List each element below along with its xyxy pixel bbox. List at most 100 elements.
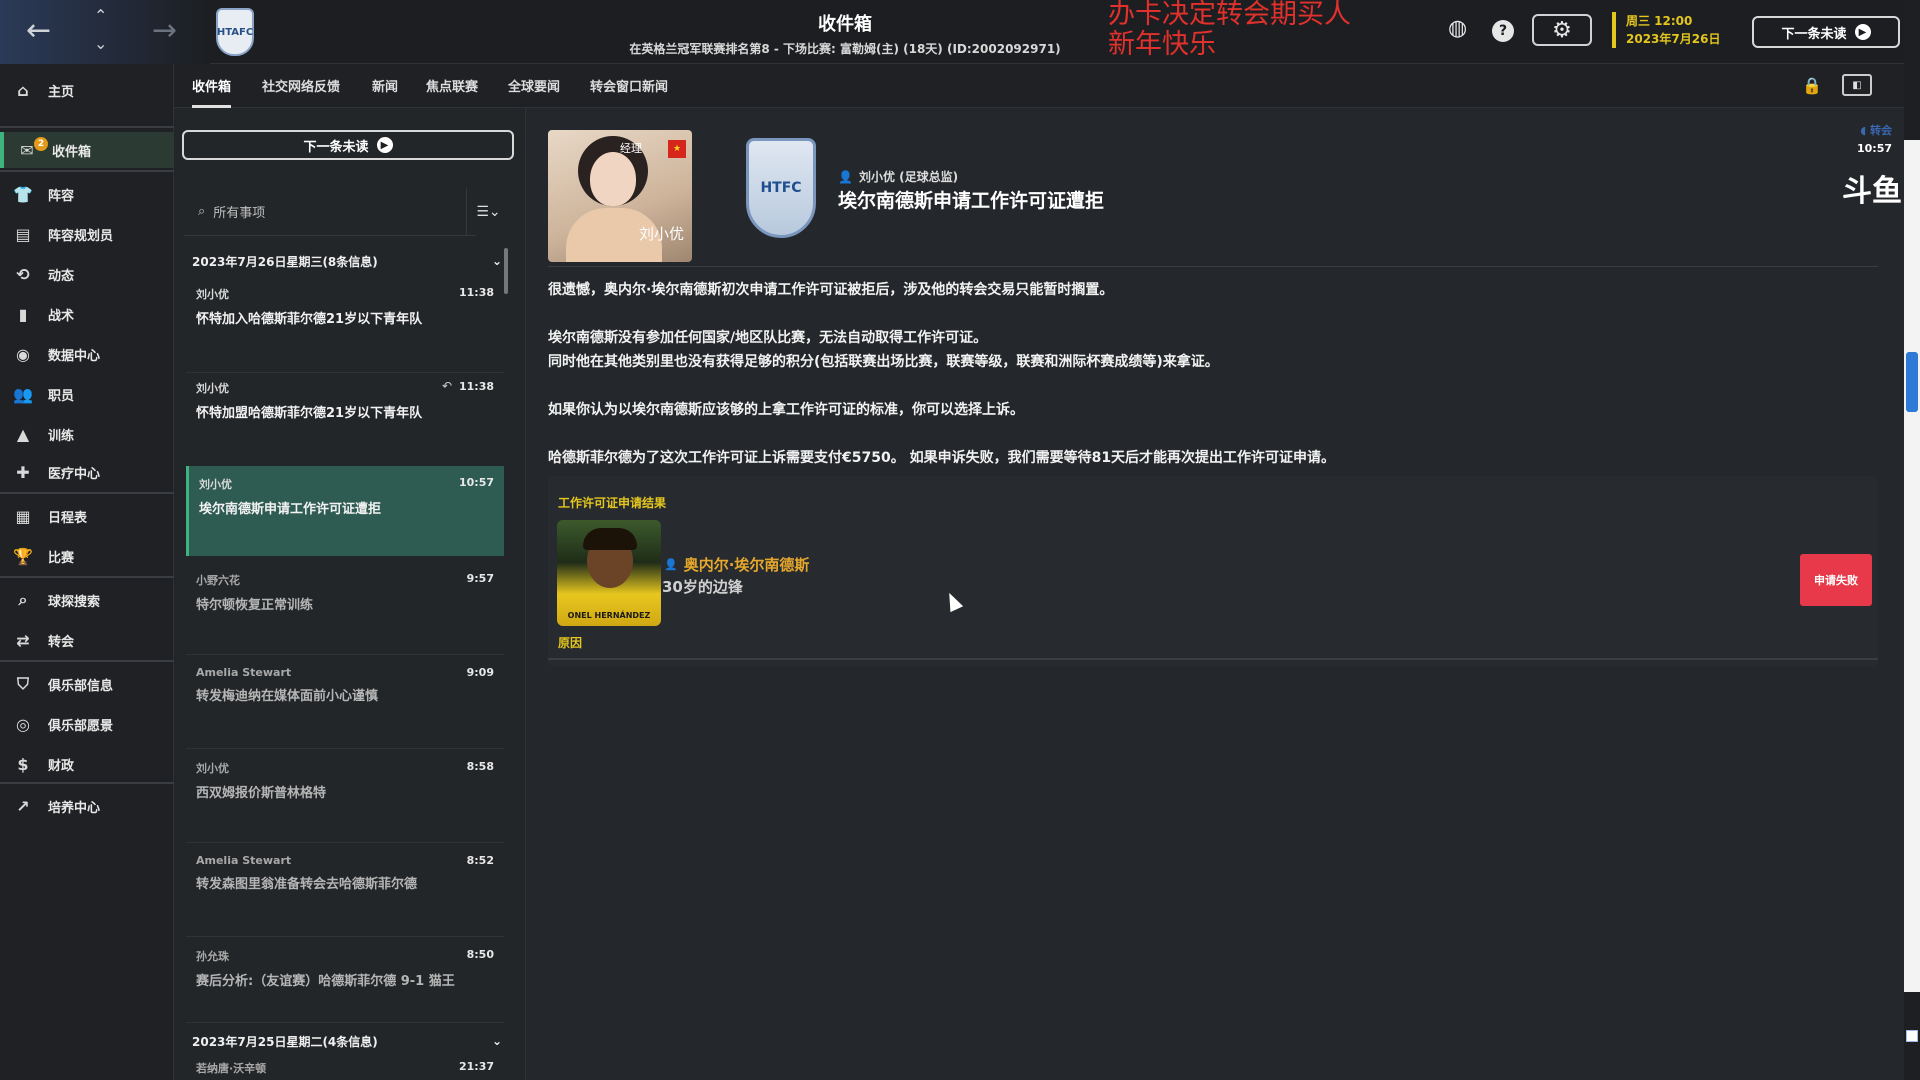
list-item[interactable]: 若纳唐·沃辛顿 21:37 xyxy=(186,1056,504,1080)
sidebar-divider xyxy=(0,576,174,578)
back-arrow-icon[interactable]: ← xyxy=(26,16,51,46)
reason-label[interactable]: 原因 xyxy=(558,634,582,651)
body-paragraph: 很遗憾，奥内尔·埃尔南德斯初次申请工作许可证被拒后，涉及他的转会交易只能暂时搁置… xyxy=(548,282,1114,298)
staff-icon: 👥 xyxy=(13,384,33,404)
sidebar-item-label: 动态 xyxy=(48,268,75,284)
list-separator xyxy=(186,936,504,937)
sidebar-item-scouting[interactable]: ⌕ 球探搜索 xyxy=(0,582,174,618)
help-icon[interactable]: ? xyxy=(1492,20,1514,42)
sidebar-item-squad-planner[interactable]: ▤ 阵容规划员 xyxy=(0,216,174,252)
sidebar-item-home[interactable]: ⌂ 主页 xyxy=(0,72,174,108)
list-item[interactable]: 刘小优 8:58 西双姆报价斯普林格特 xyxy=(186,750,504,836)
message-sender: 刘小优 xyxy=(196,762,229,775)
player-photo[interactable]: ONEL HERNÁNDEZ xyxy=(557,520,661,626)
sidebar-divider xyxy=(0,782,174,784)
sidebar-item-finances[interactable]: $ 财政 xyxy=(0,746,174,782)
sidebar-item-dynamics[interactable]: ⟲ 动态 xyxy=(0,256,174,292)
list-item[interactable]: Amelia Stewart 8:52 转发森图里翁准备转会去哈德斯菲尔德 xyxy=(186,844,504,930)
down-arrow-icon[interactable]: ⌄ xyxy=(94,36,107,52)
from-label: 刘小优 (足球总监) xyxy=(858,170,959,184)
date-group-header[interactable]: 2023年7月26日星期三(8条信息) ⌄ xyxy=(184,246,510,276)
list-item[interactable]: 小野六花 9:57 特尔顿恢复正常训练 xyxy=(186,562,504,648)
photo-face xyxy=(590,152,636,206)
nav-arrows-area: ← ⌃ ⌄ → xyxy=(0,0,210,64)
sidebar-item-club-info[interactable]: ⛉ 俱乐部信息 xyxy=(0,666,174,702)
filter-menu-button[interactable]: ☰⌄ xyxy=(466,188,510,236)
lock-icon[interactable]: 🔒 xyxy=(1802,76,1822,95)
forward-arrow-icon[interactable]: → xyxy=(152,16,177,46)
sidebar-item-club-vision[interactable]: ◎ 俱乐部愿景 xyxy=(0,706,174,742)
list-item[interactable]: 孙允珠 8:50 赛后分析:（友谊赛）哈德斯菲尔德 9-1 猫王 xyxy=(186,938,504,1024)
message-subject: 转发梅迪纳在媒体面前小心谨慎 xyxy=(196,689,379,704)
player-name-link[interactable]: 👤 奥内尔·埃尔南德斯 xyxy=(664,554,809,575)
list-item[interactable]: 刘小优 11:38 怀特加入哈德斯菲尔德21岁以下青年队 xyxy=(186,276,504,362)
tactics-icon: ▮ xyxy=(18,304,28,324)
list-item-selected[interactable]: 刘小优 10:57 埃尔南德斯申请工作许可证遭拒 xyxy=(186,466,504,556)
globe-icon[interactable]: ◍ xyxy=(1448,16,1467,41)
sidebar-item-schedule[interactable]: ▦ 日程表 xyxy=(0,498,174,534)
china-flag-icon: ★ xyxy=(668,140,686,158)
message-subject: 赛后分析:（友谊赛）哈德斯菲尔德 9-1 猫王 xyxy=(196,974,455,989)
sidebar-divider xyxy=(0,126,174,128)
settings-button[interactable]: ⚙ xyxy=(1532,14,1592,46)
sidebar-item-label: 职员 xyxy=(48,388,75,404)
list-item[interactable]: 刘小优 ↶ 11:38 怀特加盟哈德斯菲尔德21岁以下青年队 xyxy=(186,370,504,456)
arrow-right-icon: ▶ xyxy=(376,137,393,153)
search-placeholder: 所有事项 xyxy=(213,206,266,221)
tab-transfer-window-news[interactable]: 转会窗口新闻 xyxy=(590,76,668,105)
message-from[interactable]: 👤 刘小优 (足球总监) xyxy=(838,168,958,185)
sidebar-item-training[interactable]: ▲ 训练 xyxy=(0,416,174,452)
player-photo-caption: ONEL HERNÁNDEZ xyxy=(567,611,651,620)
sidebar-item-competitions[interactable]: 🏆 比赛 xyxy=(0,538,174,574)
category-tag[interactable]: ◖ 转会 xyxy=(1857,122,1892,138)
sidebar-item-label: 训练 xyxy=(48,428,75,444)
list-separator xyxy=(186,654,504,655)
tab-focus-leagues[interactable]: 焦点联赛 xyxy=(426,76,478,105)
sidebar-divider xyxy=(0,170,174,172)
sidebar-item-transfers[interactable]: ⇄ 转会 xyxy=(0,622,174,658)
next-unread-button[interactable]: 下一条未读 ▶ xyxy=(182,130,514,160)
sidebar-item-development[interactable]: ↗ 培养中心 xyxy=(0,788,174,824)
sidebar-divider xyxy=(0,660,174,662)
title-block: 收件箱 在英格兰冠军联赛排名第8 - 下场比赛: 富勒姆(主) (18天) (I… xyxy=(600,10,1090,57)
club-crest[interactable]: HTFC xyxy=(746,138,816,238)
development-icon: ↗ xyxy=(16,796,30,816)
tab-inbox[interactable]: 收件箱 xyxy=(192,76,232,108)
inbox-glyph: ✉ xyxy=(20,140,34,160)
sidebar: ⌂ 主页 ✉ 2 收件箱 👕 阵容 ▤ 阵容规划员 ⟲ 动态 ▮ 战术 ◉ 数据中心 👥 职员 ▲… xyxy=(0,64,174,1080)
sender-photo[interactable]: ★ 经理 刘小优 xyxy=(548,130,692,262)
date-group-header[interactable]: 2023年7月25日星期二(4条信息) ⌄ xyxy=(184,1026,510,1056)
training-icon: ▲ xyxy=(16,424,30,444)
tab-news[interactable]: 新闻 xyxy=(372,76,398,105)
sidebar-item-staff[interactable]: 👥 职员 xyxy=(0,376,174,412)
tag-icon: ◖ xyxy=(1860,124,1867,137)
sidebar-item-label: 主页 xyxy=(48,84,75,100)
chevron-down-icon: ⌄ xyxy=(491,254,502,268)
sidebar-item-label: 战术 xyxy=(48,308,75,324)
search-input[interactable]: ⌕ 所有事项 xyxy=(184,188,476,236)
date-weekday-time: 周三 12:00 xyxy=(1626,14,1693,28)
inbox-count-badge: 2 xyxy=(34,137,48,151)
next-unread-top-button[interactable]: 下一条未读 ▶ xyxy=(1752,16,1900,48)
message-time: 9:57 xyxy=(466,572,494,585)
message-sender: 若纳唐·沃辛顿 xyxy=(196,1062,267,1075)
list-item[interactable]: Amelia Stewart 9:09 转发梅迪纳在媒体面前小心谨慎 xyxy=(186,656,504,742)
sidebar-item-medical[interactable]: ✚ 医疗中心 xyxy=(0,454,174,490)
date-display[interactable]: 周三 12:00 2023年7月26日 xyxy=(1612,12,1720,48)
shirt-icon: 👕 xyxy=(13,184,33,204)
tab-global-news[interactable]: 全球要闻 xyxy=(508,76,560,105)
message-sender: 孙允珠 xyxy=(196,950,229,963)
sidebar-item-data-hub[interactable]: ◉ 数据中心 xyxy=(0,336,174,372)
tab-social-feed[interactable]: 社交网络反馈 xyxy=(262,76,340,105)
sidebar-item-tactics[interactable]: ▮ 战术 xyxy=(0,296,174,332)
sidebar-item-label: 转会 xyxy=(48,634,75,650)
scrollbar[interactable] xyxy=(504,248,508,294)
sidebar-item-label: 财政 xyxy=(48,758,75,774)
sidebar-item-label: 日程表 xyxy=(48,510,88,526)
sidebar-item-squad[interactable]: 👕 阵容 xyxy=(0,176,174,212)
screenshot-icon[interactable]: ◧ xyxy=(1842,74,1872,96)
sidebar-item-inbox[interactable]: ✉ 2 收件箱 xyxy=(0,132,174,168)
club-badge[interactable]: HTAFC xyxy=(216,8,254,56)
up-arrow-icon[interactable]: ⌃ xyxy=(94,8,107,24)
message-sender: 刘小优 xyxy=(199,478,232,491)
